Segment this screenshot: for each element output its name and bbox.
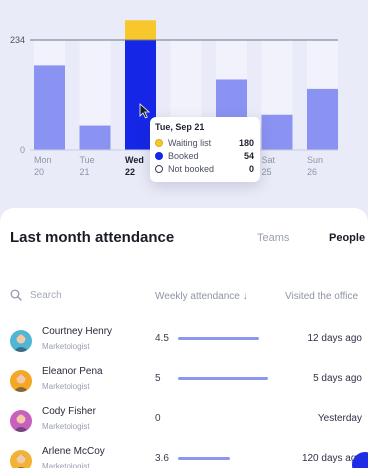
person-role: Marketologist (42, 382, 90, 391)
avatar (10, 450, 32, 468)
person-name: Arlene McCoy (42, 446, 105, 457)
tooltip-label: Waiting list (168, 137, 212, 148)
tooltip-label: Booked (168, 150, 199, 161)
x-tick-day: Sat (262, 155, 276, 165)
table-row[interactable]: Courtney Henry Marketologist 4.5 12 days ag… (0, 326, 368, 366)
tab-people[interactable]: People (329, 232, 365, 244)
avatar (10, 330, 32, 352)
not-booked-legend-dot (155, 164, 163, 173)
attendance-bar (178, 337, 259, 340)
weekly-attendance-value: 5 (155, 373, 161, 384)
x-tick-date: 21 (80, 167, 90, 177)
person-name: Cody Fisher (42, 406, 96, 417)
tooltip-title: Tue, Sep 21 (155, 122, 205, 132)
tooltip-label: Not booked (168, 163, 215, 174)
attendance-bar (178, 457, 230, 460)
tooltip-row-not-booked: Not booked 0 (155, 162, 254, 175)
tooltip-value: 0 (248, 163, 254, 174)
y-tick-label: 0 (20, 145, 25, 155)
person-name: Eleanor Pena (42, 366, 103, 377)
last-visit: 5 days ago (313, 373, 362, 384)
x-tick-date: 26 (307, 167, 317, 177)
x-tick-day: Tue (80, 155, 95, 165)
x-tick-day: Sun (307, 155, 323, 165)
person-role: Marketologist (42, 342, 90, 351)
weekly-attendance-sort-header[interactable]: Weekly attendance ↓ (155, 291, 248, 302)
x-tick-date: 25 (262, 167, 272, 177)
tooltip-value: 180 (238, 137, 254, 148)
search-icon (10, 289, 22, 301)
search-placeholder: Search (30, 289, 62, 301)
card-title: Last month attendance (10, 229, 175, 246)
search-input[interactable]: Search (10, 289, 62, 301)
attendance-card: Last month attendance Teams People Searc… (0, 208, 368, 468)
tooltip-row-waiting: Waiting list 180 (155, 136, 254, 149)
person-name: Courtney Henry (42, 326, 113, 337)
attendance-chart-panel: Mon20Tue21Wed22Thu23Fri24Sat25Sun262340 … (0, 0, 368, 222)
chart-tooltip: Tue, Sep 21 Waiting list 180 Booked 54 N… (150, 117, 260, 182)
avatar (10, 410, 32, 432)
weekly-attendance-value: 4.5 (155, 333, 169, 344)
x-tick-day: Mon (34, 155, 52, 165)
weekly-attendance-value: 3.6 (155, 453, 169, 464)
waiting-legend-dot (155, 138, 163, 147)
table-row[interactable]: Eleanor Pena Marketologist 5 5 days ago (0, 366, 368, 406)
visited-office-header[interactable]: Visited the office (285, 291, 358, 302)
table-row[interactable]: Cody Fisher Marketologist 0 Yesterday (0, 406, 368, 446)
bar-booked (307, 88, 338, 150)
attendance-bar-chart: Mon20Tue21Wed22Thu23Fri24Sat25Sun262340 (10, 20, 338, 177)
attendance-bar (178, 377, 268, 380)
y-tick-label: 234 (10, 35, 25, 45)
table-row[interactable]: Arlene McCoy Marketologist 3.6 120 days ago (0, 446, 368, 468)
person-role: Marketologist (42, 462, 90, 468)
bar-booked (34, 65, 65, 150)
x-tick-date: 20 (34, 167, 44, 177)
x-tick-date: 22 (125, 167, 135, 177)
bar-booked (79, 125, 111, 150)
avatar (10, 370, 32, 392)
bar-booked (261, 114, 293, 150)
tab-teams[interactable]: Teams (257, 232, 289, 244)
weekly-attendance-value: 0 (155, 413, 161, 424)
x-tick-day: Wed (125, 155, 144, 165)
tooltip-value: 54 (243, 150, 254, 161)
person-role: Marketologist (42, 422, 90, 431)
last-visit: Yesterday (317, 413, 362, 424)
booked-legend-dot (155, 151, 163, 160)
last-visit: 12 days ago (307, 333, 363, 344)
bar-waiting (125, 20, 156, 40)
tooltip-row-booked: Booked 54 (155, 149, 254, 162)
